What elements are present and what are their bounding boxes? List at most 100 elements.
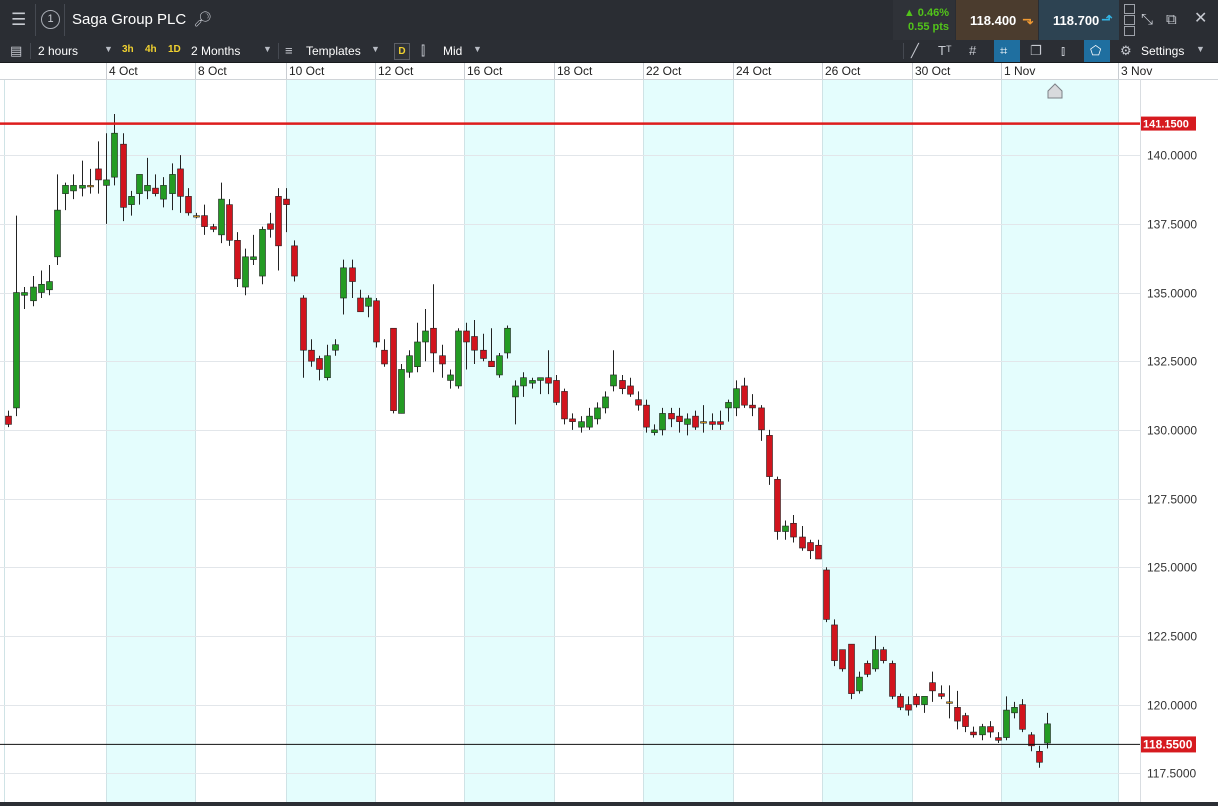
candle-body[interactable] <box>259 229 266 277</box>
candle-body[interactable] <box>250 256 257 260</box>
candle-body[interactable] <box>889 663 896 697</box>
candle-body[interactable] <box>324 355 331 378</box>
candle-body[interactable] <box>406 355 413 373</box>
candle-body[interactable] <box>30 286 37 302</box>
menu-icon[interactable]: ☰ <box>11 11 26 29</box>
candle-body[interactable] <box>332 344 339 351</box>
candle-body[interactable] <box>586 415 593 428</box>
candle-body[interactable] <box>790 522 797 538</box>
candle-body[interactable] <box>38 283 45 293</box>
candle-body[interactable] <box>193 215 200 218</box>
candle-body[interactable] <box>848 643 855 694</box>
candle-body[interactable] <box>169 174 176 194</box>
candle-body[interactable] <box>357 297 364 313</box>
candle-body[interactable] <box>962 715 969 727</box>
candle-body[interactable] <box>1011 707 1018 714</box>
range-select[interactable]: 2 Months <box>191 43 240 59</box>
close-icon[interactable]: ✕ <box>1194 10 1207 28</box>
templates-button[interactable]: Templates <box>306 43 361 59</box>
candle-body[interactable] <box>242 256 249 288</box>
candle-body[interactable] <box>610 374 617 387</box>
candle-body[interactable] <box>95 168 102 181</box>
candle-body[interactable] <box>979 726 986 736</box>
candle-body[interactable] <box>480 349 487 359</box>
candle-body[interactable] <box>308 349 315 362</box>
candle-body[interactable] <box>643 404 650 428</box>
candle-body[interactable] <box>291 245 298 277</box>
candle-body[interactable] <box>619 380 626 389</box>
candle-body[interactable] <box>929 682 936 692</box>
candle-body[interactable] <box>856 676 863 692</box>
candle-body[interactable] <box>210 226 217 230</box>
indicator-icon[interactable]: ⫾ <box>1061 42 1065 60</box>
candle-body[interactable] <box>381 349 388 365</box>
candle-body[interactable] <box>692 415 699 428</box>
candle-body[interactable] <box>185 196 192 214</box>
candle-body[interactable] <box>160 185 167 200</box>
candle-body[interactable] <box>905 704 912 711</box>
candle-body[interactable] <box>300 297 307 351</box>
candle-body[interactable] <box>970 731 977 736</box>
candle-body[interactable] <box>128 196 135 205</box>
candle-body[interactable] <box>676 415 683 422</box>
candle-body[interactable] <box>283 198 290 205</box>
caret-down-icon[interactable]: ▼ <box>104 44 113 54</box>
candle-body[interactable] <box>275 196 282 247</box>
candle-body[interactable] <box>1036 750 1043 763</box>
candle-body[interactable] <box>111 132 118 178</box>
sell-button[interactable]: 118.400 ⬎ <box>956 0 1038 40</box>
candle-body[interactable] <box>1003 709 1010 738</box>
candle-body[interactable] <box>700 421 707 424</box>
candle-body[interactable] <box>496 355 503 376</box>
layout-toggle-icon[interactable] <box>1124 4 1135 36</box>
candle-body[interactable] <box>447 374 454 381</box>
candle-body[interactable] <box>545 377 552 384</box>
candle-body[interactable] <box>430 327 437 354</box>
candle-body[interactable] <box>578 421 585 428</box>
candle-body[interactable] <box>766 435 773 477</box>
candle-body[interactable] <box>103 179 110 186</box>
candle-body[interactable] <box>758 407 765 431</box>
candle-body[interactable] <box>316 358 323 370</box>
candle-body[interactable] <box>520 377 527 387</box>
candle-body[interactable] <box>946 701 953 704</box>
candle-body[interactable] <box>201 215 208 227</box>
caret-down-icon[interactable]: ▼ <box>263 44 272 54</box>
candle-body[interactable] <box>627 385 634 395</box>
candle-body[interactable] <box>897 696 904 708</box>
candle-body[interactable] <box>537 377 544 381</box>
candle-body[interactable] <box>463 330 470 343</box>
candle-body[interactable] <box>839 649 846 670</box>
candle-body[interactable] <box>13 292 20 409</box>
candle-body[interactable] <box>152 187 159 194</box>
candle-body[interactable] <box>569 418 576 422</box>
caret-down-icon[interactable]: ▼ <box>473 44 482 54</box>
candle-body[interactable] <box>422 330 429 343</box>
candle-body[interactable] <box>995 737 1002 741</box>
candle-body[interactable] <box>349 267 356 282</box>
candle-body[interactable] <box>668 413 675 420</box>
candle-body[interactable] <box>471 336 478 351</box>
grid-icon[interactable]: # <box>969 42 976 60</box>
candle-body[interactable] <box>782 525 789 532</box>
candle-body[interactable] <box>512 385 519 398</box>
candle-body[interactable] <box>561 391 568 420</box>
candle-body[interactable] <box>5 415 12 425</box>
daily-badge[interactable]: D <box>394 43 410 60</box>
candle-body[interactable] <box>725 402 732 409</box>
candle-body[interactable] <box>1019 704 1026 730</box>
price-tag-toggle[interactable]: ⬠ <box>1084 40 1110 62</box>
candle-body[interactable] <box>749 404 756 409</box>
candle-body[interactable] <box>651 429 658 433</box>
candle-body[interactable] <box>921 696 928 705</box>
candle-body[interactable] <box>774 479 781 532</box>
quick-interval-1d[interactable]: 1D <box>168 44 181 55</box>
candle-body[interactable] <box>709 421 716 425</box>
candle-body[interactable] <box>529 380 536 384</box>
candle-body[interactable] <box>365 297 372 307</box>
candle-body[interactable] <box>954 707 961 722</box>
candle-body[interactable] <box>21 292 28 296</box>
settings-button[interactable]: Settings <box>1141 43 1184 59</box>
candle-body[interactable] <box>938 693 945 697</box>
candle-body[interactable] <box>70 185 77 192</box>
